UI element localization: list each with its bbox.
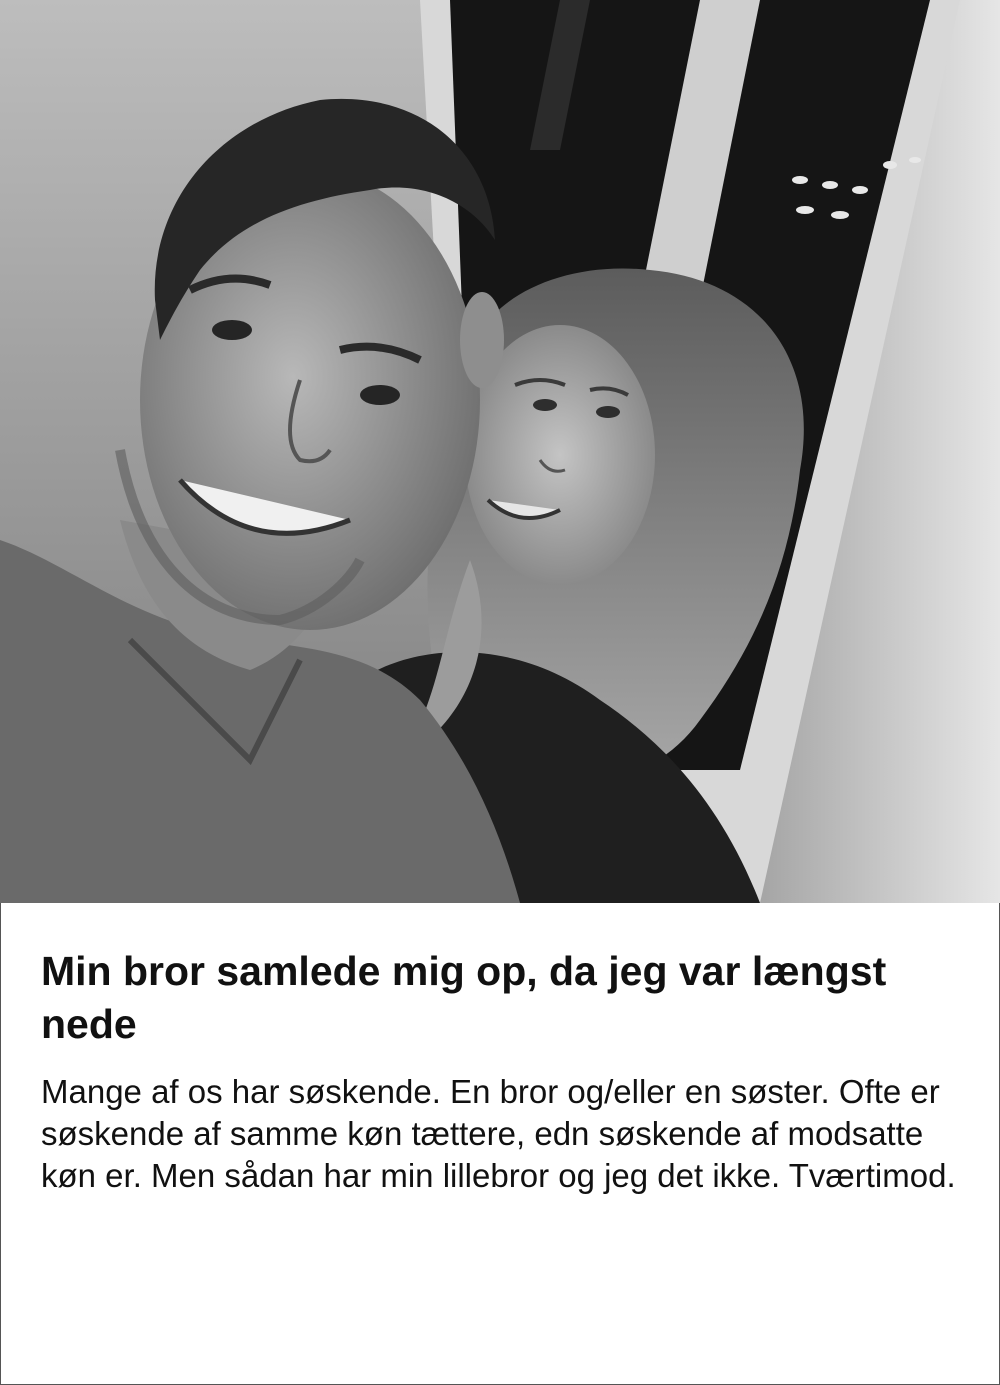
article-headline[interactable]: Min bror samlede mig op, da jeg var læng… — [41, 945, 961, 1051]
article-photo — [0, 0, 1000, 903]
man-ear — [460, 292, 504, 388]
selfie-photo — [0, 0, 1000, 903]
article-body: Mange af os har søskende. En bror og/ell… — [41, 1073, 956, 1194]
article-card[interactable]: Min bror samlede mig op, da jeg var læng… — [0, 0, 1000, 1385]
article-text-panel: Min bror samlede mig op, da jeg var læng… — [0, 903, 1000, 1385]
